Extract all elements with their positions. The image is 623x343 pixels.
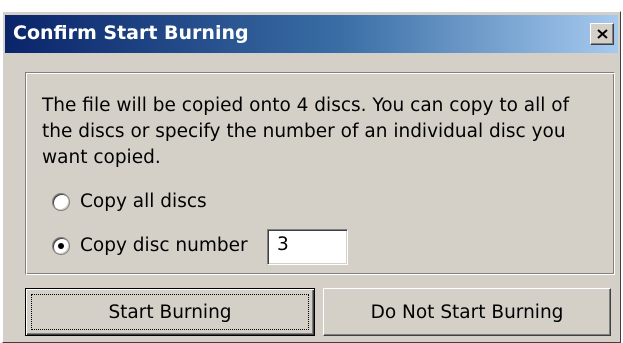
copy-disc-number-radio[interactable]	[52, 236, 70, 255]
do-not-start-burning-button[interactable]: Do Not Start Burning	[323, 288, 611, 336]
copy-disc-number-label[interactable]: Copy disc number	[80, 235, 248, 256]
close-button[interactable]	[590, 23, 614, 45]
start-burning-label: Start Burning	[108, 301, 232, 323]
dialog-message: The file will be copied onto 4 discs. Yo…	[42, 95, 570, 168]
copy-all-radio[interactable]	[52, 192, 70, 211]
start-burning-button[interactable]: Start Burning	[25, 288, 315, 336]
close-icon	[597, 29, 608, 39]
confirm-dialog: Confirm Start Burning The file will be c…	[2, 11, 621, 343]
do-not-start-burning-label: Do Not Start Burning	[370, 301, 564, 323]
disc-number-input[interactable]: 3	[267, 229, 348, 265]
options-group: The file will be copied onto 4 discs. Yo…	[25, 72, 615, 275]
dialog-title: Confirm Start Burning	[13, 22, 249, 44]
copy-all-option[interactable]: Copy all discs	[52, 191, 207, 212]
copy-all-label[interactable]: Copy all discs	[80, 191, 207, 212]
title-bar[interactable]: Confirm Start Burning	[5, 15, 618, 53]
radio-selected-dot	[58, 242, 64, 249]
copy-disc-number-option[interactable]: Copy disc number	[52, 235, 248, 256]
